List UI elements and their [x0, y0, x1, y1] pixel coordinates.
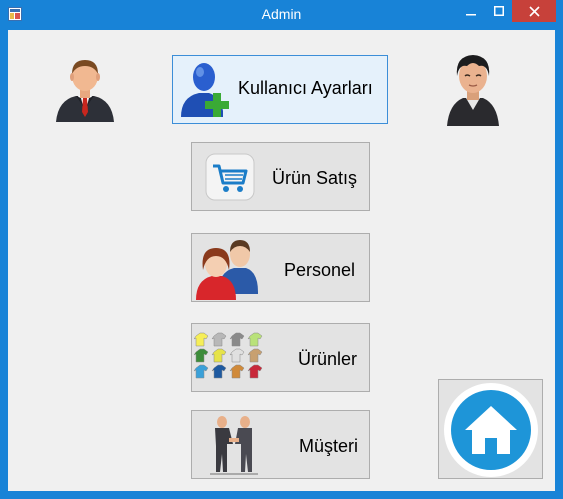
staff-label: Personel [284, 260, 356, 280]
customer-button[interactable]: Müşteri [191, 410, 370, 479]
title-bar[interactable]: Admin [0, 0, 563, 30]
user-settings-button[interactable]: Kullanıcı Ayarları [172, 55, 388, 124]
maximize-icon [494, 6, 504, 16]
products-label: Ürünler [298, 349, 358, 369]
maximize-button[interactable] [486, 0, 512, 22]
minimize-button[interactable] [458, 0, 484, 22]
people-icon [194, 236, 260, 300]
add-user-icon [177, 59, 233, 119]
minimize-icon [466, 14, 476, 16]
clothes-icon [193, 332, 268, 384]
staff-button[interactable]: Personel [191, 233, 370, 302]
product-sales-label: Ürün Satış [272, 168, 358, 188]
man-avatar [445, 52, 501, 126]
shopping-cart-icon [205, 153, 255, 201]
product-sales-button[interactable]: Ürün Satış [191, 142, 370, 211]
close-button[interactable] [512, 0, 556, 22]
user-settings-label: Kullanıcı Ayarları [238, 78, 373, 98]
handshake-icon [210, 414, 258, 476]
home-icon [443, 382, 539, 478]
customer-label: Müşteri [299, 436, 359, 456]
close-icon [528, 5, 540, 17]
form-client-area: Kullanıcı Ayarları Ürün Satış Personel Ü… [8, 30, 555, 491]
products-button[interactable]: Ürünler [191, 323, 370, 392]
businessman-avatar [54, 56, 116, 122]
home-button[interactable] [438, 379, 543, 479]
